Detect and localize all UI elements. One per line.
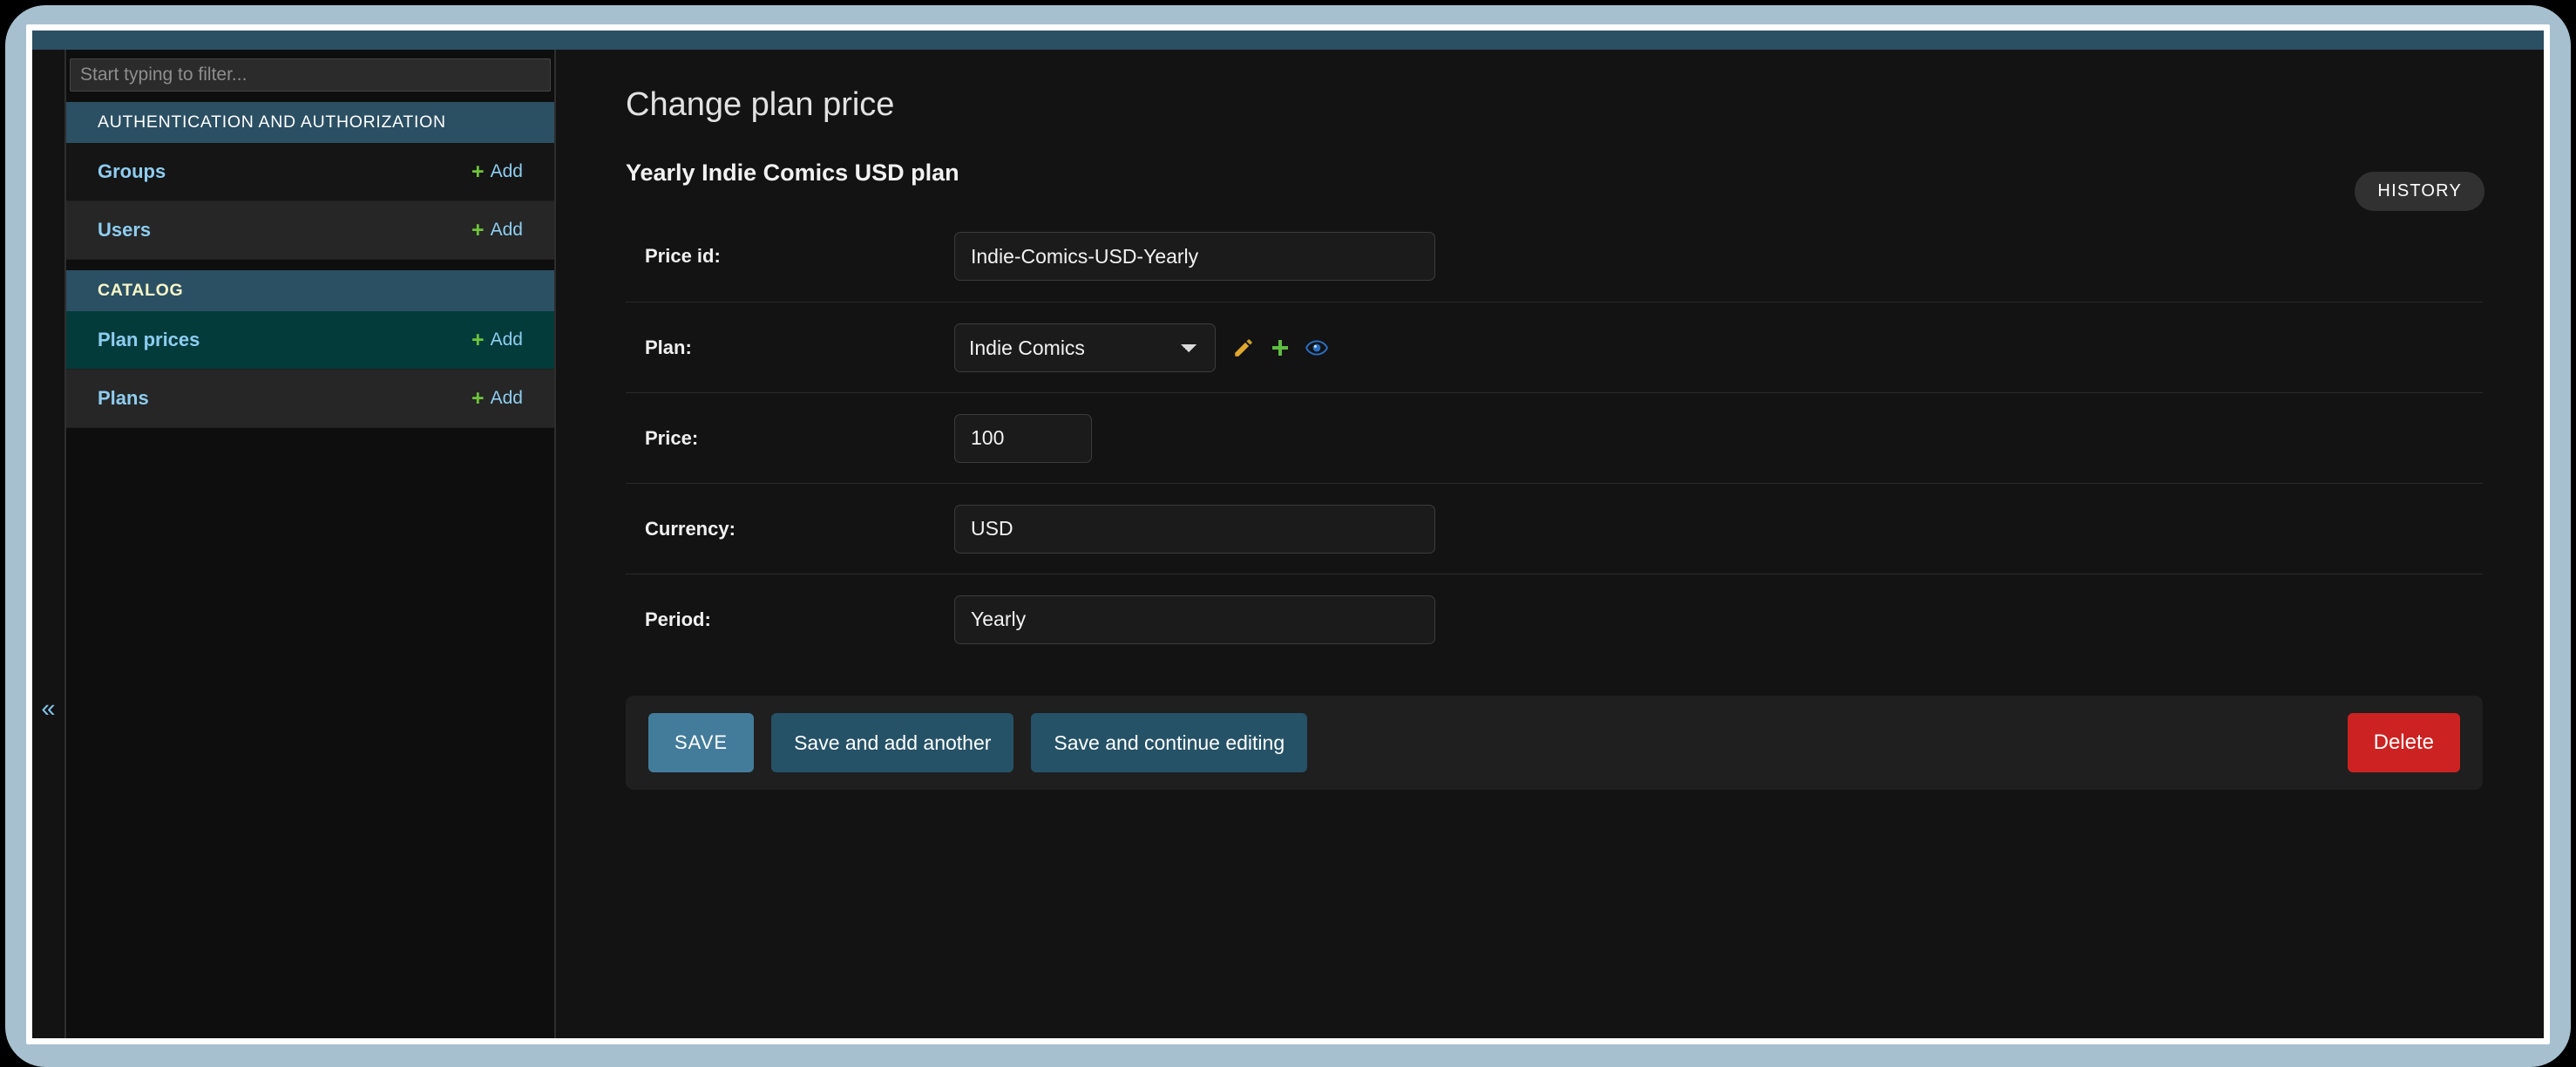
sidebar-add-link-plans[interactable]: + Add <box>471 385 523 411</box>
history-button[interactable]: HISTORY <box>2355 172 2484 211</box>
save-and-continue-editing-button[interactable]: Save and continue editing <box>1031 713 1308 772</box>
sidebar-add-link-users[interactable]: + Add <box>471 217 523 242</box>
view-related-icon[interactable] <box>1305 336 1329 360</box>
field-control-currency <box>954 504 1435 554</box>
change-form: Price id: Plan: Indie Comics <box>626 211 2483 790</box>
sidebar-app-group-catalog: CATALOG Plan prices + Add Plans + Add <box>66 270 554 428</box>
submit-row: SAVE Save and add another Save and conti… <box>626 696 2483 790</box>
sidebar-item-plan-prices[interactable]: Plan prices + Add <box>66 311 554 370</box>
field-label-currency: Currency: <box>645 517 736 540</box>
sidebar-spacer <box>66 428 554 1038</box>
sidebar-add-label: Add <box>490 220 523 240</box>
form-row-price-id: Price id: <box>626 211 2483 302</box>
sidebar-add-link-plan-prices[interactable]: + Add <box>471 327 523 352</box>
sidebar-collapse-rail: « <box>32 50 64 1038</box>
form-row-plan: Plan: Indie Comics <box>626 302 2483 392</box>
save-button[interactable]: SAVE <box>648 713 755 772</box>
main-content: Change plan price HISTORY Yearly Indie C… <box>556 50 2544 1038</box>
browser-window-inner: « AUTHENTICATION AND AUTHORIZATION Group… <box>26 24 2550 1044</box>
price-id-input[interactable] <box>954 232 1435 281</box>
plus-icon: + <box>471 217 485 242</box>
sidebar-app-header-auth: AUTHENTICATION AND AUTHORIZATION <box>66 102 554 143</box>
field-label-plan: Plan: <box>645 336 692 358</box>
sidebar-add-link-groups[interactable]: + Add <box>471 159 523 184</box>
admin-sidebar: AUTHENTICATION AND AUTHORIZATION Groups … <box>64 50 556 1038</box>
plus-icon: + <box>471 159 485 184</box>
field-label-price-id: Price id: <box>645 245 721 267</box>
object-subtitle: Yearly Indie Comics USD plan <box>626 160 959 186</box>
page-viewport: « AUTHENTICATION AND AUTHORIZATION Group… <box>32 31 2544 1038</box>
price-input[interactable] <box>954 413 1092 463</box>
field-label-period: Period: <box>645 608 711 630</box>
sidebar-item-users[interactable]: Users + Add <box>66 201 554 260</box>
sidebar-add-label: Add <box>490 161 523 181</box>
field-label-price: Price: <box>645 426 699 449</box>
plus-icon: + <box>471 327 485 352</box>
sidebar-app-group-auth: AUTHENTICATION AND AUTHORIZATION Groups … <box>66 102 554 260</box>
add-related-icon[interactable] <box>1268 336 1292 360</box>
field-control-price <box>954 413 1092 463</box>
sidebar-filter-input[interactable] <box>70 58 551 92</box>
sidebar-filter-wrapper <box>66 50 554 92</box>
field-control-period <box>954 595 1435 644</box>
form-row-period: Period: <box>626 574 2483 664</box>
sidebar-item-plans[interactable]: Plans + Add <box>66 370 554 428</box>
related-widget-wrapper <box>1231 336 1329 360</box>
form-row-price: Price: <box>626 392 2483 483</box>
plus-icon: + <box>471 385 485 411</box>
admin-header-strip <box>32 31 2544 50</box>
sidebar-app-header-catalog: CATALOG <box>66 270 554 311</box>
sidebar-item-label-plan-prices: Plan prices <box>98 329 200 350</box>
page-title: Change plan price <box>626 86 895 123</box>
sidebar-collapse-toggle-icon[interactable]: « <box>32 697 64 722</box>
plan-select[interactable]: Indie Comics <box>954 323 1216 372</box>
sidebar-item-groups[interactable]: Groups + Add <box>66 143 554 201</box>
form-row-currency: Currency: <box>626 483 2483 574</box>
delete-button[interactable]: Delete <box>2347 713 2460 772</box>
sidebar-add-label: Add <box>490 388 523 408</box>
sidebar-item-label-plans: Plans <box>98 387 149 409</box>
sidebar-item-label-groups: Groups <box>98 160 166 182</box>
currency-input[interactable] <box>954 504 1435 554</box>
field-control-plan: Indie Comics <box>954 323 1329 372</box>
field-control-price-id <box>954 232 1435 281</box>
browser-window-frame: « AUTHENTICATION AND AUTHORIZATION Group… <box>5 5 2571 1067</box>
admin-body: « AUTHENTICATION AND AUTHORIZATION Group… <box>32 50 2544 1038</box>
save-and-add-another-button[interactable]: Save and add another <box>771 713 1014 772</box>
sidebar-item-label-users: Users <box>98 219 152 241</box>
sidebar-add-label: Add <box>490 330 523 350</box>
change-related-icon[interactable] <box>1231 336 1256 360</box>
period-input[interactable] <box>954 595 1435 644</box>
